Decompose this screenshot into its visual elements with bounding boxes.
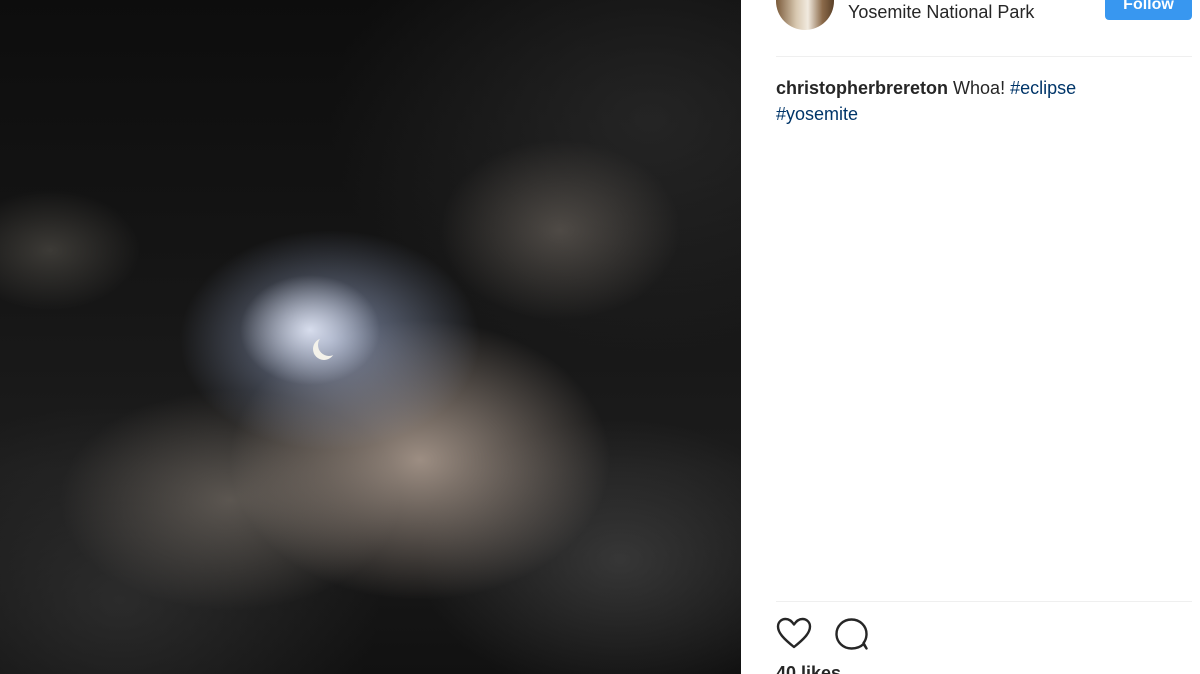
likes-count[interactable]: 40 likes [776,663,841,674]
post-photo[interactable] [0,0,741,674]
post-header: Yosemite National Park Follow [776,0,1192,44]
hashtag-eclipse[interactable]: #eclipse [1010,78,1076,98]
hashtag-yosemite[interactable]: #yosemite [776,104,858,124]
actions-divider [776,601,1192,602]
caption-text: Whoa! [953,78,1006,98]
crescent-moon [318,334,340,356]
follow-button[interactable]: Follow [1105,0,1192,20]
comment-icon[interactable] [834,617,870,651]
heart-icon[interactable] [776,617,812,651]
location-link[interactable]: Yosemite National Park [848,2,1034,23]
post-caption: christopherbrereton Whoa! #eclipse #yose… [776,75,1156,127]
header-divider [776,56,1192,57]
avatar[interactable] [776,0,834,30]
caption-username[interactable]: christopherbrereton [776,78,948,98]
post-sidebar: Yosemite National Park Follow christophe… [741,0,1200,674]
